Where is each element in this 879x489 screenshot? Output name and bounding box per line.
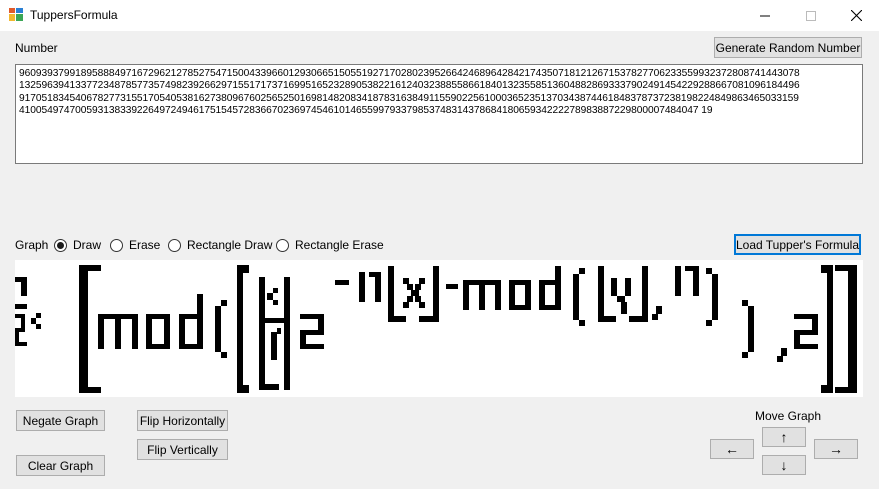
flip-vertically-button[interactable]: Flip Vertically — [137, 439, 228, 460]
number-label: Number — [15, 41, 58, 55]
negate-graph-button[interactable]: Negate Graph — [16, 410, 105, 431]
maximize-icon — [806, 10, 816, 21]
number-line: 4100549747005931383392264972494617515457… — [19, 105, 713, 117]
radio-rectangle-erase[interactable]: Rectangle Erase — [276, 237, 384, 253]
maximize-button[interactable] — [788, 0, 834, 31]
graph-label: Graph — [15, 238, 49, 252]
minimize-button[interactable] — [742, 0, 788, 31]
radio-erase-label: Erase — [129, 238, 161, 252]
flip-horizontally-button[interactable]: Flip Horizontally — [137, 410, 228, 431]
close-icon — [850, 10, 862, 21]
radio-rectangle-draw-circle[interactable] — [168, 238, 181, 252]
number-line: 9609393799189588849716729621278527547150… — [19, 68, 800, 79]
window-title: TuppersFormula — [30, 8, 118, 22]
load-tuppers-formula-button[interactable]: Load Tupper's Formula — [734, 234, 861, 255]
radio-rectangle-erase-circle[interactable] — [276, 238, 289, 252]
generate-random-number-button[interactable]: Generate Random Number — [714, 37, 862, 58]
radio-rectangle-draw-label: Rectangle Draw — [187, 238, 273, 252]
radio-draw[interactable]: Draw — [54, 237, 101, 253]
radio-rectangle-draw[interactable]: Rectangle Draw — [168, 237, 272, 253]
number-line: 1325963941337723487857735749823926629715… — [19, 80, 800, 92]
number-line: 9170518345406782773155170540538162738096… — [19, 92, 799, 104]
move-graph-label: Move Graph — [755, 409, 822, 423]
move-left-button[interactable]: ← — [710, 439, 754, 459]
radio-rectangle-erase-label: Rectangle Erase — [295, 238, 384, 252]
radio-draw-label: Draw — [73, 238, 102, 252]
move-up-button[interactable]: ↑ — [762, 427, 806, 447]
move-down-button[interactable]: ↓ — [762, 455, 806, 475]
close-button[interactable] — [833, 0, 879, 31]
radio-erase-circle[interactable] — [110, 238, 123, 252]
radio-draw-circle[interactable] — [54, 238, 67, 252]
app-icon — [9, 8, 23, 21]
minimize-icon — [760, 15, 770, 16]
move-right-button[interactable]: → — [814, 439, 858, 459]
graph-canvas[interactable] — [15, 260, 863, 397]
radio-selected-dot — [57, 241, 64, 249]
graph-bitmap — [15, 265, 857, 393]
clear-graph-button[interactable]: Clear Graph — [16, 455, 105, 476]
number-textbox[interactable]: 9609393799189588849716729621278527547150… — [15, 64, 863, 164]
radio-erase[interactable]: Erase — [110, 237, 160, 253]
